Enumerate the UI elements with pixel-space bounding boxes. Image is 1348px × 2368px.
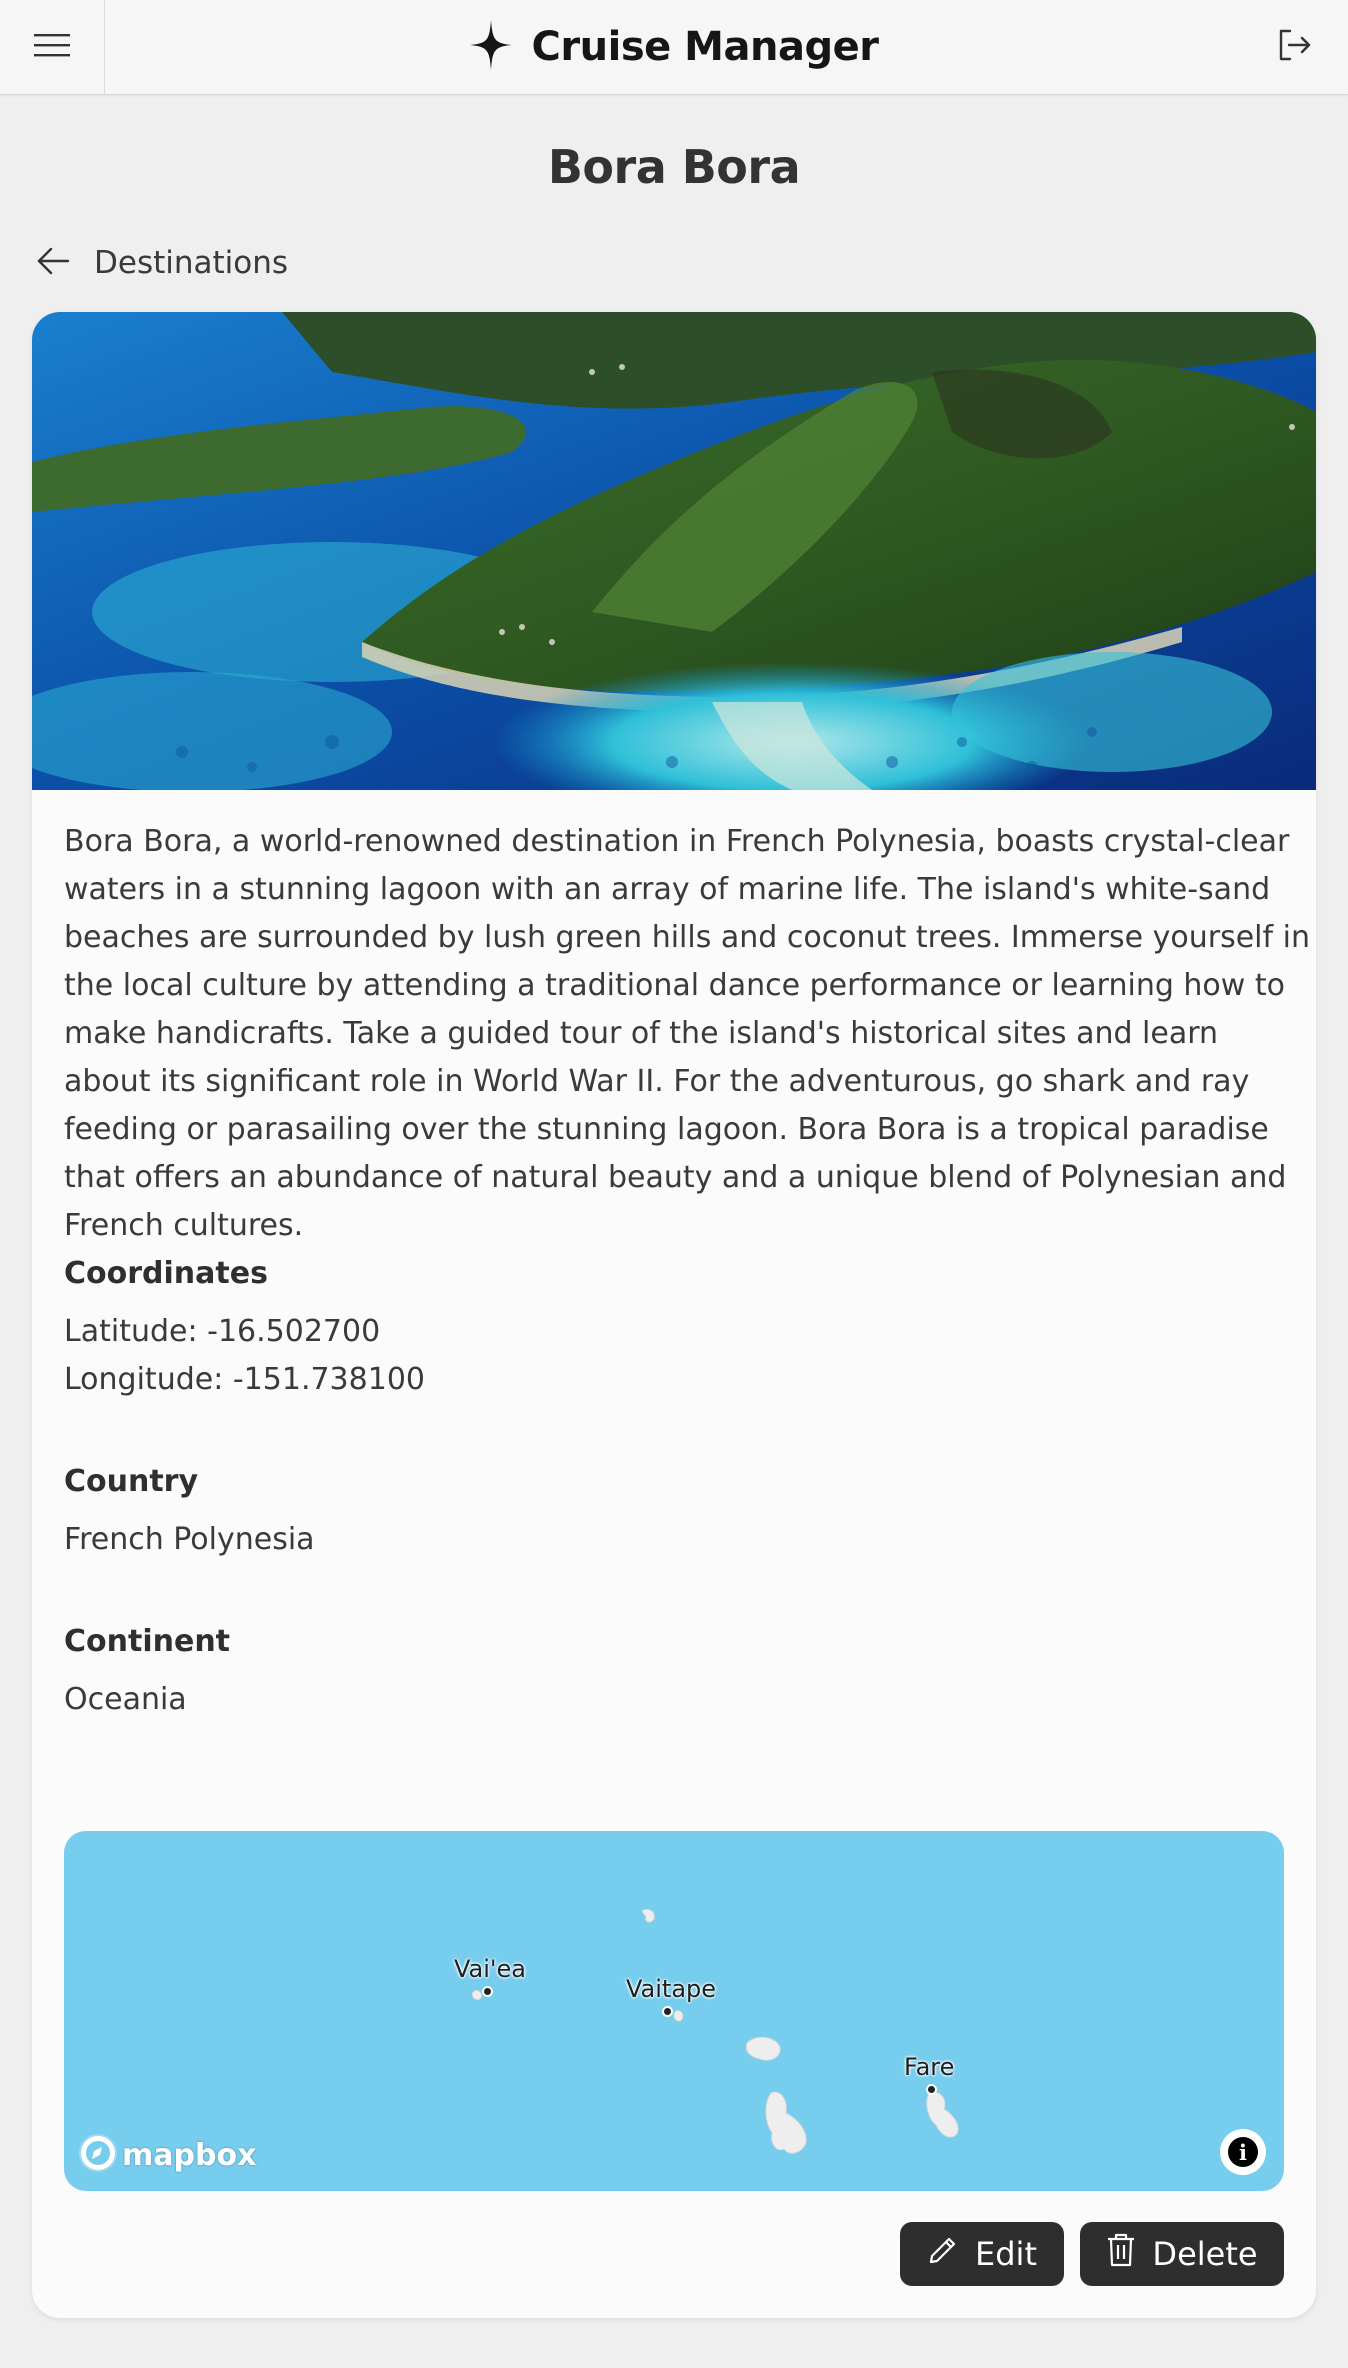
map-label-vaiea: Vai'ea xyxy=(454,1955,526,1983)
edit-button-label: Edit xyxy=(975,2235,1037,2273)
destination-description: Bora Bora, a world-renowned destination … xyxy=(64,824,1310,1243)
mapbox-logo[interactable]: mapbox xyxy=(78,2133,256,2177)
back-link-label: Destinations xyxy=(94,245,289,281)
coordinates-heading: Coordinates xyxy=(64,1256,268,1291)
continent-value: Oceania xyxy=(64,1682,187,1717)
back-to-destinations-link[interactable]: Destinations xyxy=(36,238,288,288)
app-title: Cruise Manager xyxy=(531,24,879,70)
menu-button[interactable] xyxy=(0,0,105,94)
country-heading: Country xyxy=(64,1464,199,1499)
logout-button[interactable] xyxy=(1270,23,1318,71)
map-marker-dot xyxy=(662,2006,673,2017)
map-label-fare: Fare xyxy=(904,2053,955,2081)
sparkle-star-icon xyxy=(469,20,512,74)
pencil-icon xyxy=(927,2234,959,2274)
country-value: French Polynesia xyxy=(64,1522,315,1557)
info-icon: i xyxy=(1228,2137,1258,2167)
edit-button[interactable]: Edit xyxy=(900,2222,1064,2286)
destination-hero-image xyxy=(32,312,1316,822)
map-marker-dot xyxy=(482,1986,493,1997)
logout-icon xyxy=(1276,27,1312,67)
location-map[interactable]: Vai'ea Vaitape Fare mapbox i xyxy=(64,1831,1284,2191)
arrow-left-icon xyxy=(36,246,70,280)
top-navigation-bar: Cruise Manager xyxy=(0,0,1348,95)
mapbox-wordmark: mapbox xyxy=(122,2137,257,2173)
continent-heading: Continent xyxy=(64,1624,231,1659)
map-info-button[interactable]: i xyxy=(1220,2129,1266,2175)
page-title: Bora Bora xyxy=(547,140,801,194)
latitude-value: Latitude: -16.502700 xyxy=(64,1314,381,1349)
map-marker-dot xyxy=(926,2084,937,2095)
trash-icon xyxy=(1106,2233,1136,2275)
delete-button[interactable]: Delete xyxy=(1080,2222,1284,2286)
delete-button-label: Delete xyxy=(1152,2235,1258,2273)
hamburger-menu-icon xyxy=(34,32,70,62)
map-label-vaitape: Vaitape xyxy=(626,1975,717,2003)
longitude-value: Longitude: -151.738100 xyxy=(64,1362,425,1397)
destination-card: Bora Bora, a world-renowned destination … xyxy=(32,312,1316,2318)
brand: Cruise Manager xyxy=(0,0,1348,94)
mapbox-logo-icon xyxy=(78,2133,118,2177)
